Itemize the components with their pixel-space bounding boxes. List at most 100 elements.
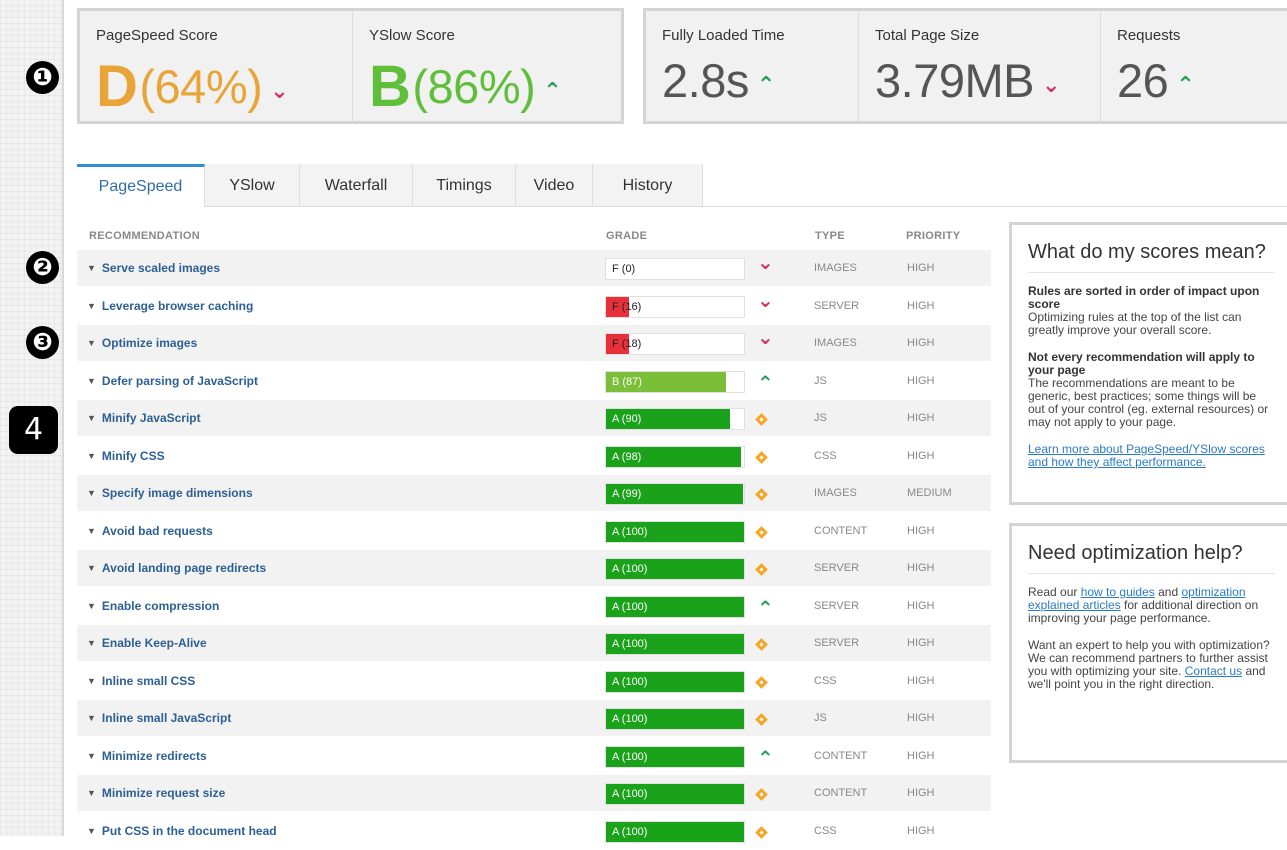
diamond-icon bbox=[755, 413, 768, 426]
recommendation-name[interactable]: ▼ Minify JavaScript bbox=[87, 400, 201, 437]
expand-triangle-icon[interactable]: ▼ bbox=[87, 526, 96, 536]
expand-triangle-icon[interactable]: ▼ bbox=[87, 488, 96, 498]
expand-triangle-icon[interactable]: ▼ bbox=[87, 338, 96, 348]
table-row[interactable]: ▼ Put CSS in the document head A (100) CSS H… bbox=[77, 813, 991, 849]
chevron-up-icon: ⌃ bbox=[757, 747, 774, 770]
table-row[interactable]: ▼ Avoid landing page redirects A (100) SERV… bbox=[77, 550, 991, 586]
recommendation-name[interactable]: ▼ Minify CSS bbox=[87, 438, 165, 475]
recommendation-type: CONTENT bbox=[814, 787, 868, 799]
recommendation-type: IMAGES bbox=[814, 487, 857, 499]
chevron-down-icon: ⌄ bbox=[270, 77, 289, 103]
grade-label: A (100) bbox=[612, 638, 648, 650]
tab-pagespeed[interactable]: PageSpeed bbox=[77, 164, 205, 207]
pagespeed-score-label: PageSpeed Score bbox=[96, 27, 218, 44]
recommendation-type: IMAGES bbox=[814, 262, 857, 274]
contact-us-link[interactable]: Contact us bbox=[1185, 664, 1242, 678]
tab-video[interactable]: Video bbox=[516, 164, 593, 207]
table-row[interactable]: ▼ Serve scaled images F (0) ⌄ IMAGES HIGH bbox=[77, 250, 991, 286]
how-to-guides-link[interactable]: how to guides bbox=[1081, 585, 1155, 599]
grade-label: A (100) bbox=[612, 750, 648, 763]
table-row[interactable]: ▼ Defer parsing of JavaScript B (87) ⌃ JS HIG… bbox=[77, 363, 991, 399]
table-row[interactable]: ▼ Specify image dimensions A (99) IMAGES MED… bbox=[77, 475, 991, 511]
recommendation-name[interactable]: ▼ Optimize images bbox=[87, 325, 197, 362]
recommendation-label: Minimize request size bbox=[101, 786, 226, 800]
recommendation-name[interactable]: ▼ Avoid landing page redirects bbox=[87, 550, 266, 587]
fully-loaded-number: 2.8s bbox=[662, 54, 749, 107]
grade-bar: A (98) bbox=[605, 445, 745, 468]
expand-triangle-icon[interactable]: ▼ bbox=[87, 751, 96, 761]
pagespeed-grade-percent: (64%) bbox=[139, 60, 263, 113]
table-row[interactable]: ▼ Enable compression A (100) ⌃ SERVER HIGH bbox=[77, 588, 991, 624]
recommendation-name[interactable]: ▼ Defer parsing of JavaScript bbox=[87, 363, 258, 400]
requests-number: 26 bbox=[1117, 54, 1169, 107]
expand-triangle-icon[interactable]: ▼ bbox=[87, 451, 96, 461]
recommendation-type: CSS bbox=[814, 824, 837, 837]
table-row[interactable]: ▼ Leverage browser caching F (16) ⌄ SERVER HI… bbox=[77, 288, 991, 324]
neutral-trend-icon bbox=[755, 775, 768, 811]
recommendation-label: Specify image dimensions bbox=[101, 486, 253, 500]
report-tabs: PageSpeed YSlow Waterfall Timings Video … bbox=[77, 164, 703, 207]
expand-triangle-icon[interactable]: ▼ bbox=[87, 413, 96, 423]
recommendation-name[interactable]: ▼ Serve scaled images bbox=[87, 250, 220, 287]
table-row[interactable]: ▼ Minify JavaScript A (90) JS HIGH bbox=[77, 400, 991, 436]
grade-bar: A (99) bbox=[605, 483, 745, 505]
table-row[interactable]: ▼ Inline small JavaScript A (100) JS HIGH bbox=[77, 700, 991, 736]
recommendation-priority: HIGH bbox=[907, 824, 935, 837]
recommendation-name[interactable]: ▼ Inline small CSS bbox=[87, 663, 195, 700]
recommendation-label: Leverage browser caching bbox=[101, 298, 254, 313]
pagespeed-score-value: D (64%) ⌄ bbox=[96, 53, 289, 120]
recommendation-priority: MEDIUM bbox=[907, 487, 952, 499]
chevron-down-icon: ⌄ bbox=[757, 327, 774, 349]
recommendation-name[interactable]: ▼ Enable compression bbox=[87, 588, 219, 625]
expand-triangle-icon[interactable]: ▼ bbox=[87, 301, 96, 311]
tab-yslow[interactable]: YSlow bbox=[205, 164, 300, 207]
recommendation-name[interactable]: ▼ Minimize redirects bbox=[87, 738, 207, 775]
recommendation-priority: HIGH bbox=[907, 412, 935, 424]
recommendation-name[interactable]: ▼ Put CSS in the document head bbox=[87, 813, 277, 850]
expand-triangle-icon[interactable]: ▼ bbox=[87, 713, 96, 723]
chevron-up-icon: ⌃ bbox=[543, 77, 562, 103]
recommendation-priority: HIGH bbox=[907, 524, 935, 537]
annotation-marker-1: ❶ bbox=[26, 61, 59, 94]
tab-timings[interactable]: Timings bbox=[413, 164, 516, 207]
recommendation-type: SERVER bbox=[814, 299, 860, 312]
yslow-score-value: B (86%) ⌃ bbox=[369, 53, 562, 120]
recommendation-label: Serve scaled images bbox=[101, 261, 220, 275]
expand-triangle-icon[interactable]: ▼ bbox=[87, 601, 96, 611]
requests-label: Requests bbox=[1117, 27, 1181, 44]
grade-label: F (0) bbox=[612, 263, 636, 275]
neutral-trend-icon bbox=[755, 625, 768, 661]
tab-history[interactable]: History bbox=[593, 164, 703, 207]
recommendation-name[interactable]: ▼ Enable Keep-Alive bbox=[87, 625, 207, 662]
chevron-down-icon: ⌄ bbox=[757, 289, 774, 312]
expand-triangle-icon[interactable]: ▼ bbox=[87, 826, 96, 836]
recommendation-name[interactable]: ▼ Avoid bad requests bbox=[87, 513, 213, 550]
table-row[interactable]: ▼ Minimize request size A (100) CONTENT HIGH bbox=[77, 775, 991, 811]
recommendation-priority: HIGH bbox=[907, 299, 935, 312]
recommendation-name[interactable]: ▼ Inline small JavaScript bbox=[87, 700, 231, 737]
table-row[interactable]: ▼ Enable Keep-Alive A (100) SERVER HIGH bbox=[77, 625, 991, 661]
pagespeed-grade-letter: D bbox=[96, 54, 138, 119]
table-row[interactable]: ▼ Optimize images F (18) ⌄ IMAGES HIGH bbox=[77, 325, 991, 361]
total-size-cell: Total Page Size 3.79MB ⌄ bbox=[859, 11, 1101, 121]
recommendation-type: JS bbox=[814, 412, 827, 424]
learn-more-link[interactable]: Learn more about PageSpeed/YSlow scores … bbox=[1028, 442, 1265, 469]
expand-triangle-icon[interactable]: ▼ bbox=[87, 376, 96, 386]
total-size-label: Total Page Size bbox=[875, 27, 980, 44]
grade-label: A (100) bbox=[612, 675, 648, 688]
expand-triangle-icon[interactable]: ▼ bbox=[87, 676, 96, 686]
table-row[interactable]: ▼ Minify CSS A (98) CSS HIGH bbox=[77, 438, 991, 474]
expand-triangle-icon[interactable]: ▼ bbox=[87, 788, 96, 798]
table-row[interactable]: ▼ Avoid bad requests A (100) CONTENT HIGH bbox=[77, 513, 991, 549]
recommendation-name[interactable]: ▼ Leverage browser caching bbox=[87, 288, 253, 325]
recommendation-name[interactable]: ▼ Minimize request size bbox=[87, 775, 225, 812]
tab-waterfall[interactable]: Waterfall bbox=[300, 164, 413, 207]
table-row[interactable]: ▼ Minimize redirects A (100) ⌃ CONTENT HIGH bbox=[77, 738, 991, 774]
expand-triangle-icon[interactable]: ▼ bbox=[87, 563, 96, 573]
expand-triangle-icon[interactable]: ▼ bbox=[87, 263, 96, 273]
recommendation-name[interactable]: ▼ Specify image dimensions bbox=[87, 475, 253, 512]
table-row[interactable]: ▼ Inline small CSS A (100) CSS HIGH bbox=[77, 663, 991, 699]
grade-bar: B (87) bbox=[605, 370, 745, 393]
expand-triangle-icon[interactable]: ▼ bbox=[87, 638, 96, 648]
recommendation-type: IMAGES bbox=[814, 337, 857, 349]
